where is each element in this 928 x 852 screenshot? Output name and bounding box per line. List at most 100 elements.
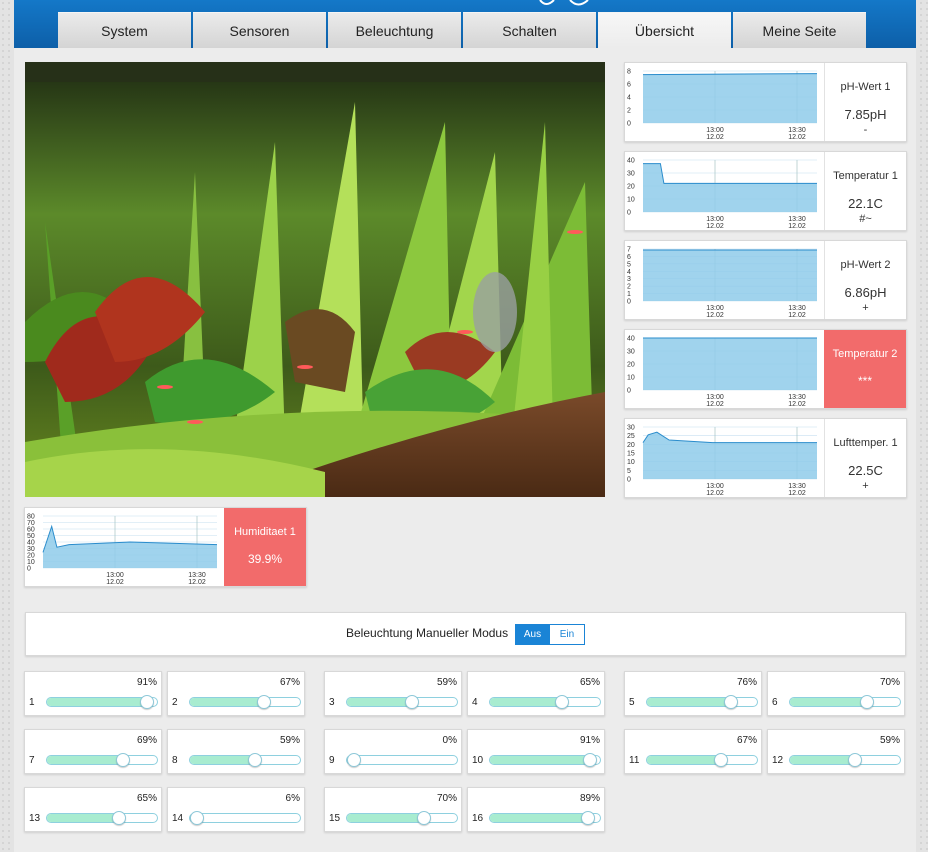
series-line [643,163,817,184]
channel-slider-card: 89% 16 [467,787,605,832]
channel-percent: 65% [136,793,157,804]
x-tick-date: 12.02 [788,401,806,408]
channel-slider-knob[interactable] [860,695,874,709]
sensor-chart-svg: 30252015105013:0012.0213:3012.02 [627,425,817,497]
channel-percent: 70% [436,793,457,804]
tab-system[interactable]: System [58,12,191,48]
sensor-name: Lufttemper. 1 [833,437,898,449]
y-tick-label: 3 [627,276,631,283]
channel-slider-knob[interactable] [115,753,130,767]
channel-slider-track[interactable] [189,753,301,767]
channel-slider-track[interactable] [46,753,158,767]
sensor-chart-svg: 40302010013:0012.0213:3012.02 [627,336,817,408]
y-tick-label: 5 [627,468,631,475]
channel-slider-track[interactable] [346,695,458,709]
y-tick-label: 5 [627,261,631,268]
x-tick-time: 13:00 [706,305,724,312]
channel-slider-card: 70% 6 [767,671,905,716]
channel-slider-knob[interactable] [256,695,271,709]
channel-slider-card: 67% 11 [624,729,762,774]
channel-number: 1 [29,697,35,708]
channel-percent: 0% [442,735,457,746]
channel-slider-knob[interactable] [554,695,569,709]
sensor-card-ph-2[interactable]: 7 6 5 4 3 2 1 0 13:00 12.02 13:30 12.02 pH-Wert 2 6.8… [624,240,907,320]
sensor-card-temperatur-1[interactable]: 40 30 20 10 0 13:00 12.02 13:30 12.02 Temperatur … [624,151,907,231]
channel-slider-track[interactable] [489,811,601,825]
y-tick-label: 25 [627,433,635,440]
sensor-card-temperatur-2[interactable]: 40 30 20 10 0 13:00 12.02 13:30 12.02 Temperatur … [624,329,907,409]
channel-slider-knob[interactable] [404,695,419,709]
toggle-ein-button[interactable]: Ein [550,624,585,645]
sensor-card-humiditaet-1[interactable]: 80 70 60 50 40 30 20 10 0 13:00 12.02 13:30 12.02 Hum… [24,507,307,587]
y-tick-label: 0 [627,477,631,484]
sensor-info-panel: Temperatur 2 *** [824,330,906,408]
toggle-aus-button[interactable]: Aus [515,624,550,645]
channel-slider-fill [790,698,867,706]
channel-slider-knob[interactable] [140,695,155,709]
tab-sensoren[interactable]: Sensoren [193,12,326,48]
tab-meine-seite[interactable]: Meine Seite [733,12,866,48]
channel-slider-knob[interactable] [847,753,862,767]
channel-slider-fill [47,698,148,706]
channel-slider-track[interactable] [346,811,458,825]
x-tick-date: 12.02 [788,312,806,319]
channel-slider-card: 59% 12 [767,729,905,774]
channel-slider-knob[interactable] [723,695,738,709]
channel-slider-card: 6% 14 [167,787,305,832]
x-tick-time: 13:00 [706,216,724,223]
channel-slider-knob[interactable] [583,753,598,767]
channel-slider-knob[interactable] [580,811,595,825]
sensor-chart: 80 70 60 50 40 30 20 10 0 13:00 12.02 13:30 12.02 [25,508,225,586]
channel-slider-card: 65% 13 [24,787,162,832]
channel-number: 11 [629,755,640,766]
y-tick-label: 20 [627,184,635,191]
y-tick-label: 0 [627,121,631,128]
tab-beleuchtung[interactable]: Beleuchtung [328,12,461,48]
channel-slider-track[interactable] [789,753,901,767]
series-area [643,250,817,301]
channel-slider-knob[interactable] [346,753,361,767]
channel-slider-fill [790,756,855,764]
channel-slider-card: 76% 5 [624,671,762,716]
sensor-value: 6.86pH [844,285,887,300]
channel-percent: 69% [136,735,157,746]
x-tick-time: 13:30 [788,127,806,134]
channel-number: 16 [472,813,484,824]
channel-slider-track[interactable] [46,695,158,709]
y-tick-label: 20 [627,442,635,449]
y-tick-label: 0 [627,388,631,395]
channel-slider-track[interactable] [346,753,458,767]
channel-slider-track[interactable] [646,695,758,709]
channel-slider-card: 59% 8 [167,729,305,774]
sensor-value: 39.9% [247,552,283,566]
channel-slider-track[interactable] [46,811,158,825]
channel-slider-track[interactable] [489,695,601,709]
channel-slider-fill [347,814,424,822]
sensor-card-lufttemperatur-1[interactable]: 30 25 20 15 10 5 0 13:00 12.02 13:30 12.02 Lufttemp… [624,418,907,498]
channel-number: 14 [172,813,184,824]
sensor-card-ph-1[interactable]: 8 6 4 2 0 13:00 12.02 13:30 12.02 pH-Wert 1 7.85pH… [624,62,907,142]
channel-number: 12 [772,755,784,766]
x-tick-time: 13:30 [188,572,206,579]
lighting-mode-bar: Beleuchtung Manueller Modus Aus Ein [25,612,906,656]
channel-number: 13 [29,813,41,824]
channel-slider-knob[interactable] [111,811,126,825]
channel-slider-knob[interactable] [247,753,262,767]
sensor-value: 22.5C [848,463,883,478]
channel-slider-track[interactable] [489,753,601,767]
channel-slider-knob[interactable] [417,811,431,825]
tab-uebersicht[interactable]: Übersicht [598,12,731,48]
channel-slider-track[interactable] [189,811,301,825]
channel-slider-knob[interactable] [189,811,204,825]
y-tick-label: 2 [627,284,631,291]
sensor-trend: + [862,302,869,314]
channel-slider-track[interactable] [189,695,301,709]
tab-schalten[interactable]: Schalten [463,12,596,48]
channel-slider-card: 91% 10 [467,729,605,774]
channel-slider-track[interactable] [646,753,758,767]
channel-slider-track[interactable] [789,695,901,709]
sensor-chart-svg: 40302010013:0012.0213:3012.02 [627,158,817,230]
channel-slider-knob[interactable] [713,753,728,767]
y-tick-label: 40 [627,336,635,343]
sensor-trend: + [862,480,869,492]
